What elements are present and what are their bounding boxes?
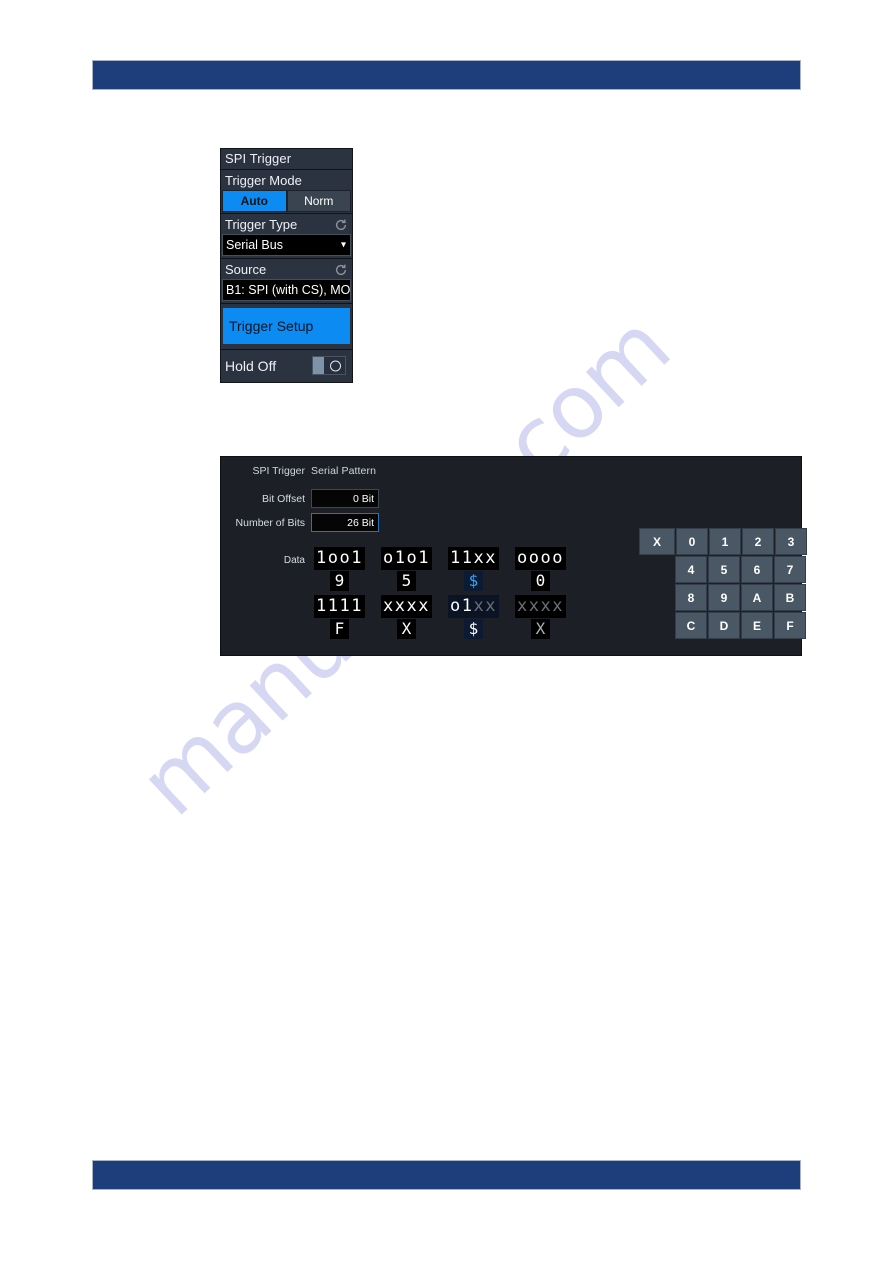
keypad-key-0[interactable]: 0 bbox=[676, 528, 708, 555]
bit-offset-row: Bit Offset 0 Bit bbox=[221, 489, 379, 508]
keypad-spacer bbox=[639, 556, 674, 581]
nibble-grid: 1oo1 9 o1o1 5 11xx $ oooo 0 1111 F xxxx … bbox=[306, 547, 574, 639]
number-of-bits-label: Number of Bits bbox=[235, 516, 305, 529]
nibble-hex[interactable]: X bbox=[530, 619, 551, 639]
keypad-key-2[interactable]: 2 bbox=[742, 528, 774, 555]
nibble-hex[interactable]: 5 bbox=[396, 571, 417, 591]
keypad-spacer bbox=[639, 584, 674, 609]
nibble-cell[interactable]: o1xx $ bbox=[440, 595, 507, 639]
trigger-type-section: Trigger Type Serial Bus ▾ bbox=[221, 214, 352, 259]
nibble-bits[interactable]: 1111 bbox=[314, 595, 365, 618]
nibble-bits[interactable]: 1oo1 bbox=[314, 547, 365, 570]
hold-off-row: Hold Off bbox=[221, 350, 352, 382]
nibble-cell[interactable]: xxxx X bbox=[373, 595, 440, 639]
page-footer-bar bbox=[93, 1161, 800, 1189]
nibble-hex[interactable]: X bbox=[396, 619, 417, 639]
nibble-bits[interactable]: xxxx bbox=[515, 595, 566, 618]
refresh-icon[interactable] bbox=[334, 263, 348, 277]
nibble-bits-dontcare: xxxx bbox=[517, 596, 564, 616]
keypad-key-9[interactable]: 9 bbox=[708, 584, 740, 611]
spi-trigger-panel: SPI Trigger Trigger Mode Auto Norm Trigg… bbox=[220, 148, 353, 383]
keypad-row: C D E F bbox=[639, 612, 808, 640]
number-of-bits-row: Number of Bits 26 Bit bbox=[221, 513, 379, 532]
keypad-key-a[interactable]: A bbox=[741, 584, 773, 611]
keypad-key-f[interactable]: F bbox=[774, 612, 806, 639]
source-label: Source bbox=[225, 262, 267, 277]
chevron-down-icon: ▾ bbox=[340, 239, 346, 251]
nibble-cell[interactable]: oooo 0 bbox=[507, 547, 574, 591]
dialog-header: SPI Trigger Serial Pattern bbox=[221, 465, 801, 477]
nibble-bits[interactable]: o1o1 bbox=[381, 547, 432, 570]
trigger-type-label-row: Trigger Type bbox=[221, 214, 352, 234]
nibble-bits[interactable]: 11xx bbox=[448, 547, 499, 570]
refresh-icon[interactable] bbox=[334, 218, 348, 232]
trigger-mode-segmented-control: Auto Norm bbox=[222, 190, 351, 212]
source-value: B1: SPI (with CS), MOSI bbox=[226, 283, 351, 297]
keypad-row: X 0 1 2 3 bbox=[639, 528, 808, 556]
trigger-setup-section: Trigger Setup bbox=[221, 308, 352, 350]
keypad-key-7[interactable]: 7 bbox=[774, 556, 806, 583]
nibble-row-2: 1111 F xxxx X o1xx $ xxxx X bbox=[306, 595, 574, 639]
trigger-setup-button[interactable]: Trigger Setup bbox=[223, 308, 350, 344]
keypad-spacer bbox=[639, 612, 674, 637]
nibble-bits[interactable]: o1xx bbox=[448, 595, 499, 618]
nibble-cell[interactable]: 1oo1 9 bbox=[306, 547, 373, 591]
nibble-hex[interactable]: 0 bbox=[530, 571, 551, 591]
hex-keypad: X 0 1 2 3 4 5 6 7 8 9 A B C D E F bbox=[639, 528, 808, 640]
nibble-bits[interactable]: xxxx bbox=[381, 595, 432, 618]
keypad-row: 4 5 6 7 bbox=[639, 556, 808, 584]
nibble-cell[interactable]: 11xx $ bbox=[440, 547, 507, 591]
keypad-key-1[interactable]: 1 bbox=[709, 528, 741, 555]
bit-offset-label: Bit Offset bbox=[262, 492, 305, 505]
nibble-hex[interactable]: $ bbox=[463, 619, 484, 639]
dialog-header-title: Serial Pattern bbox=[311, 465, 377, 477]
trigger-type-label: Trigger Type bbox=[225, 217, 298, 232]
data-label: Data bbox=[283, 555, 305, 566]
source-label-row: Source bbox=[221, 259, 352, 279]
keypad-key-d[interactable]: D bbox=[708, 612, 740, 639]
keypad-row: 8 9 A B bbox=[639, 584, 808, 612]
hold-off-toggle[interactable] bbox=[312, 356, 346, 375]
keypad-key-x[interactable]: X bbox=[639, 528, 675, 555]
trigger-type-select[interactable]: Serial Bus ▾ bbox=[222, 234, 351, 256]
trigger-mode-section: Trigger Mode Auto Norm bbox=[221, 170, 352, 214]
keypad-key-4[interactable]: 4 bbox=[675, 556, 707, 583]
hold-off-label: Hold Off bbox=[225, 357, 277, 374]
source-value-field[interactable]: B1: SPI (with CS), MOSI bbox=[222, 279, 351, 301]
keypad-key-8[interactable]: 8 bbox=[675, 584, 707, 611]
keypad-key-6[interactable]: 6 bbox=[741, 556, 773, 583]
dialog-header-context: SPI Trigger bbox=[252, 465, 305, 477]
nibble-hex[interactable]: 9 bbox=[329, 571, 350, 591]
nibble-hex[interactable]: F bbox=[329, 619, 350, 639]
trigger-mode-auto-button[interactable]: Auto bbox=[222, 190, 287, 212]
nibble-bits-set: o1 bbox=[450, 596, 474, 616]
nibble-row-1: 1oo1 9 o1o1 5 11xx $ oooo 0 bbox=[306, 547, 574, 591]
page-header-bar bbox=[93, 61, 800, 89]
nibble-cell[interactable]: o1o1 5 bbox=[373, 547, 440, 591]
keypad-key-b[interactable]: B bbox=[774, 584, 806, 611]
trigger-mode-norm-button[interactable]: Norm bbox=[286, 190, 351, 212]
nibble-cell[interactable]: 1111 F bbox=[306, 595, 373, 639]
bit-offset-input[interactable]: 0 Bit bbox=[311, 489, 379, 508]
trigger-mode-label-row: Trigger Mode bbox=[221, 170, 352, 190]
nibble-bits-dontcare: xx bbox=[473, 596, 497, 616]
panel-title: SPI Trigger bbox=[221, 149, 352, 170]
trigger-mode-label: Trigger Mode bbox=[225, 173, 302, 188]
keypad-key-c[interactable]: C bbox=[675, 612, 707, 639]
toggle-track-fill bbox=[313, 357, 324, 374]
source-section: Source B1: SPI (with CS), MOSI bbox=[221, 259, 352, 304]
nibble-cell[interactable]: xxxx X bbox=[507, 595, 574, 639]
toggle-knob-icon bbox=[330, 360, 341, 371]
nibble-bits[interactable]: oooo bbox=[515, 547, 566, 570]
number-of-bits-input[interactable]: 26 Bit bbox=[311, 513, 379, 532]
nibble-hex[interactable]: $ bbox=[463, 571, 484, 591]
trigger-type-value: Serial Bus bbox=[226, 238, 283, 252]
keypad-key-5[interactable]: 5 bbox=[708, 556, 740, 583]
keypad-key-3[interactable]: 3 bbox=[775, 528, 807, 555]
keypad-key-e[interactable]: E bbox=[741, 612, 773, 639]
